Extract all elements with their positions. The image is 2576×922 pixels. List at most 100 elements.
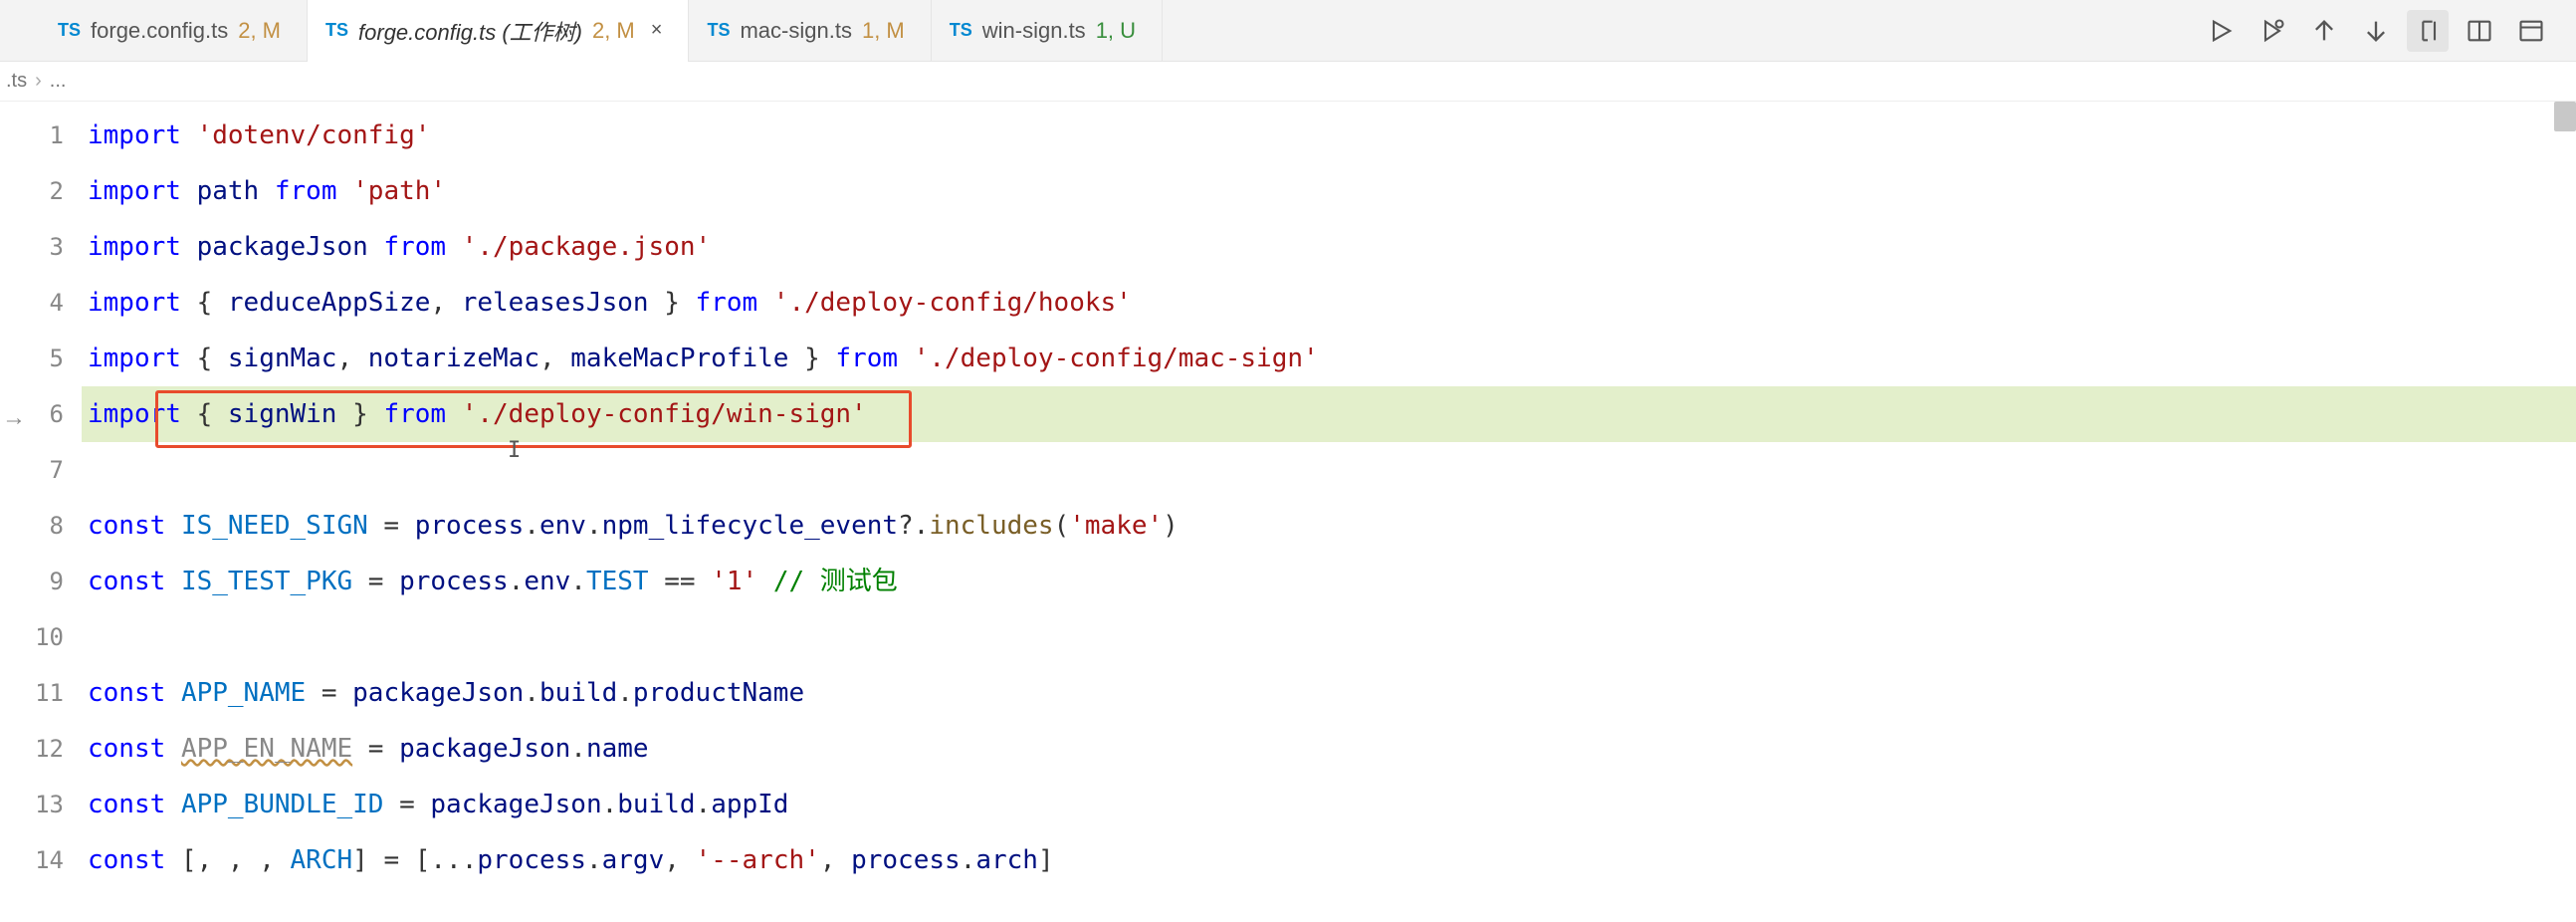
tab[interactable]: TSforge.config.ts (工作树)2, M× bbox=[308, 0, 689, 62]
code-line[interactable]: import { signWin } from './deploy-config… bbox=[82, 386, 2576, 442]
toggle-whitespace-button[interactable] bbox=[2407, 10, 2449, 52]
token: reduceAppSize bbox=[228, 288, 431, 318]
token: = bbox=[352, 567, 399, 596]
token: packageJson bbox=[197, 232, 368, 262]
gutter-glyph-margin: → bbox=[0, 102, 20, 922]
breadcrumb-segment[interactable]: .ts bbox=[6, 70, 27, 93]
token: , bbox=[430, 288, 461, 318]
token: notarizeMac bbox=[368, 344, 539, 373]
token: // 测试包 bbox=[773, 567, 898, 596]
breadcrumb-segment[interactable]: ... bbox=[50, 70, 67, 93]
token: const bbox=[88, 678, 165, 708]
code-line[interactable]: import { reduceAppSize, releasesJson } f… bbox=[82, 275, 2576, 331]
tab[interactable]: TSforge.config.ts2, M bbox=[40, 0, 308, 62]
code-line[interactable]: const APP_EN_NAME = packageJson.name bbox=[82, 721, 2576, 777]
close-icon[interactable]: × bbox=[651, 19, 663, 42]
token bbox=[165, 511, 181, 541]
token: , bbox=[539, 344, 570, 373]
line-number[interactable]: 8 bbox=[20, 498, 82, 554]
token: makeMacProfile bbox=[570, 344, 788, 373]
token: process bbox=[477, 845, 586, 875]
line-number[interactable]: 2 bbox=[20, 163, 82, 219]
token: npm_lifecycle_event bbox=[602, 511, 898, 541]
token: import bbox=[88, 120, 181, 150]
editor[interactable]: → 1234567891011121314 I import 'dotenv/c… bbox=[0, 102, 2576, 922]
line-number[interactable]: 5 bbox=[20, 331, 82, 386]
more-actions-button[interactable] bbox=[2510, 10, 2552, 52]
line-number[interactable]: 6 bbox=[20, 386, 82, 442]
code-line[interactable] bbox=[82, 609, 2576, 665]
token: , bbox=[336, 344, 367, 373]
token: IS_NEED_SIGN bbox=[181, 511, 368, 541]
code-line[interactable]: const IS_TEST_PKG = process.env.TEST == … bbox=[82, 554, 2576, 609]
token: IS_TEST_PKG bbox=[181, 567, 352, 596]
run-button[interactable] bbox=[2200, 10, 2242, 52]
token: packageJson bbox=[352, 678, 524, 708]
token: packageJson bbox=[430, 790, 601, 819]
line-number[interactable]: 1 bbox=[20, 108, 82, 163]
token bbox=[259, 176, 275, 206]
git-status-badge: 1, M bbox=[862, 18, 905, 44]
code-line[interactable] bbox=[82, 442, 2576, 498]
breadcrumb[interactable]: .ts › ... bbox=[0, 62, 2576, 102]
tab[interactable]: TSmac-sign.ts1, M bbox=[689, 0, 931, 62]
token bbox=[336, 176, 352, 206]
token: APP_BUNDLE_ID bbox=[181, 790, 384, 819]
tab-bar: TSforge.config.ts2, MTSforge.config.ts (… bbox=[0, 0, 2576, 62]
token: APP_NAME bbox=[181, 678, 306, 708]
line-number[interactable]: 3 bbox=[20, 219, 82, 275]
git-status-badge: 2, M bbox=[592, 18, 635, 44]
code-line[interactable]: const [, , , ARCH] = [...process.argv, '… bbox=[82, 832, 2576, 888]
code-line[interactable]: const IS_NEED_SIGN = process.env.npm_lif… bbox=[82, 498, 2576, 554]
token: signMac bbox=[228, 344, 337, 373]
token: . bbox=[617, 678, 633, 708]
token: . bbox=[509, 567, 525, 596]
editor-content[interactable]: I import 'dotenv/config'import path from… bbox=[82, 102, 2576, 922]
line-number[interactable]: 12 bbox=[20, 721, 82, 777]
split-editor-button[interactable] bbox=[2459, 10, 2500, 52]
code-line[interactable]: const APP_BUNDLE_ID = packageJson.build.… bbox=[82, 777, 2576, 832]
line-number-gutter: 1234567891011121314 bbox=[20, 102, 82, 922]
token: packageJson bbox=[399, 734, 570, 764]
token: '--arch' bbox=[696, 845, 820, 875]
token: env bbox=[539, 511, 586, 541]
token: . bbox=[586, 511, 602, 541]
debug-run-button[interactable] bbox=[2252, 10, 2293, 52]
tab-filename: forge.config.ts bbox=[91, 18, 228, 44]
line-number[interactable]: 4 bbox=[20, 275, 82, 331]
token: APP_EN_NAME bbox=[181, 734, 352, 764]
line-number[interactable]: 9 bbox=[20, 554, 82, 609]
token: } bbox=[336, 399, 383, 429]
token: '1' bbox=[711, 567, 757, 596]
next-change-button[interactable] bbox=[2355, 10, 2397, 52]
tab[interactable]: TSwin-sign.ts1, U bbox=[932, 0, 1163, 62]
token bbox=[181, 120, 197, 150]
token bbox=[165, 678, 181, 708]
token bbox=[898, 344, 914, 373]
token: includes bbox=[929, 511, 1053, 541]
token: TEST bbox=[586, 567, 649, 596]
token: = bbox=[383, 790, 430, 819]
prev-change-button[interactable] bbox=[2303, 10, 2345, 52]
token: releasesJson bbox=[462, 288, 649, 318]
token: from bbox=[835, 344, 898, 373]
token: = bbox=[352, 734, 399, 764]
token: const bbox=[88, 511, 165, 541]
token: { bbox=[181, 288, 228, 318]
line-number[interactable]: 13 bbox=[20, 777, 82, 832]
token: 'dotenv/config' bbox=[197, 120, 431, 150]
line-number[interactable]: 14 bbox=[20, 832, 82, 888]
line-number[interactable]: 11 bbox=[20, 665, 82, 721]
code-line[interactable]: import path from 'path' bbox=[82, 163, 2576, 219]
code-line[interactable]: import { signMac, notarizeMac, makeMacPr… bbox=[82, 331, 2576, 386]
token: , bbox=[820, 845, 851, 875]
token: == bbox=[649, 567, 712, 596]
code-line[interactable]: const APP_NAME = packageJson.build.produ… bbox=[82, 665, 2576, 721]
token: productName bbox=[633, 678, 804, 708]
line-number[interactable]: 7 bbox=[20, 442, 82, 498]
code-line[interactable]: import packageJson from './package.json' bbox=[82, 219, 2576, 275]
token bbox=[446, 399, 462, 429]
line-number[interactable]: 10 bbox=[20, 609, 82, 665]
code-line[interactable]: import 'dotenv/config' bbox=[82, 108, 2576, 163]
tab-filename: forge.config.ts (工作树) bbox=[358, 15, 582, 47]
